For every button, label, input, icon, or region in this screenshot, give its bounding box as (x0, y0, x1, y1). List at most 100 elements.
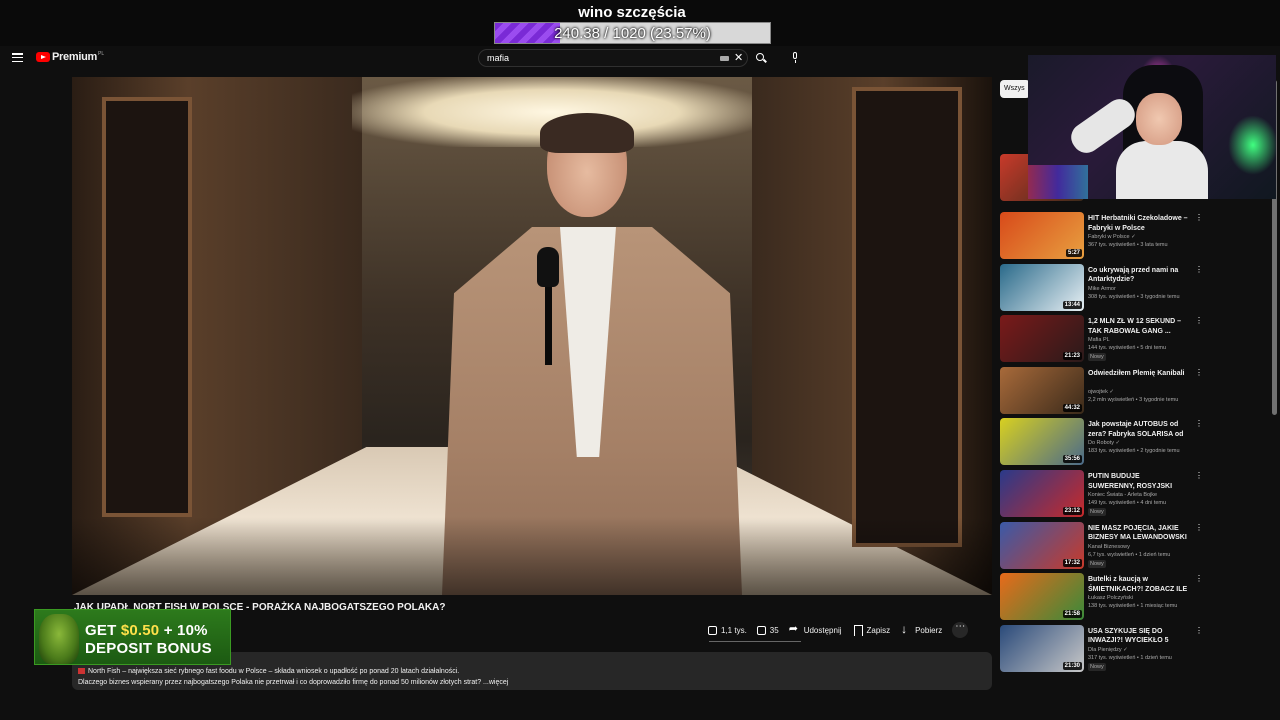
filter-chip-all[interactable]: Wszys (1000, 80, 1030, 98)
channel-name[interactable]: Kanał Biznesowy (1088, 544, 1130, 550)
new-badge: Nowy (1088, 559, 1106, 568)
video-meta: 6,7 tys. wyświetleń • 1 dzień temu (1088, 551, 1171, 558)
share-label: Udostępnij (803, 625, 842, 635)
flag-icon (78, 668, 85, 674)
video-meta: 308 tys. wyświetleń • 3 tygodnie temu (1088, 293, 1180, 300)
channel-name[interactable]: Mike Armor (1088, 286, 1116, 292)
channel-name[interactable]: Do Roboty ✓ (1088, 440, 1120, 446)
recommended-video[interactable]: 21:30 USA SZYKUJE SIĘ DO INWAZJI?! WYCIEK… (1000, 624, 1272, 675)
download-button[interactable]: Pobierz (900, 621, 942, 639)
more-options-icon[interactable]: ⋮ (1195, 472, 1203, 480)
more-actions-button[interactable]: ⋯ (952, 622, 969, 638)
video-duration: 21:58 (1062, 610, 1082, 619)
screen: wino szczęścia 240.38 / 1020 (23.57%) Pr… (0, 0, 1280, 720)
more-options-icon[interactable]: ⋮ (1195, 368, 1203, 377)
more-options-icon[interactable]: ⋮ (1195, 575, 1203, 583)
recommended-video-title[interactable]: HIT Herbatniki Czekoladowe – Fabryki w P… (1088, 214, 1188, 233)
channel-name[interactable]: Dla Pieniędzy ✓ (1088, 647, 1128, 653)
streamer-face (1136, 93, 1182, 145)
recommended-video[interactable]: 23:12 PUTIN BUDUJE SUWERENNY, ROSYJSKI IN… (1000, 470, 1272, 520)
video-thumbnail[interactable]: 21:23 (1000, 315, 1084, 363)
stream-overlay: wino szczęścia 240.38 / 1020 (23.57%) (0, 0, 1280, 46)
more-options-icon[interactable]: ⋮ (1195, 214, 1203, 222)
channel-name[interactable]: ojwojtek ✓ (1088, 389, 1114, 395)
search-button[interactable] (750, 49, 772, 67)
more-options-icon[interactable]: ⋮ (1195, 626, 1203, 635)
recommended-video[interactable]: 21:58 Butelki z kaucją w ŚMIETNIKACH?! ZO… (1000, 573, 1272, 623)
video-meta: 317 tys. wyświetleń • 1 dzień temu (1088, 654, 1172, 661)
microphone-icon (793, 52, 797, 59)
video-thumbnail[interactable]: 17:32 (1000, 521, 1084, 569)
recommended-video-title[interactable]: USA SZYKUJE SIĘ DO INWAZJI?! WYCIEKŁO 5 … (1088, 627, 1188, 646)
recommended-video-title[interactable]: Jak powstaje AUTOBUS od zera? Fabryka SO… (1088, 420, 1188, 439)
description-line-2: Dlaczego biznes wspierany przez najbogat… (78, 679, 509, 686)
logo-text: Premium (52, 51, 97, 63)
video-thumbnail[interactable]: 44:32 (1000, 366, 1084, 414)
recommended-video[interactable]: 5:27 HIT Herbatniki Czekoladowe – Fabryki… (1000, 212, 1272, 262)
thumbs-up-icon (708, 625, 717, 635)
video-duration: 21:23 (1062, 352, 1082, 361)
hamburger-menu-icon[interactable] (12, 53, 23, 63)
channel-name[interactable]: Łukasz Polczyński (1088, 595, 1133, 601)
mascot-image (39, 614, 79, 664)
recommended-video[interactable]: 21:23 1,2 MLN ZŁ W 12 SEKUND – TAK RABOWA… (1000, 315, 1272, 365)
save-button[interactable]: Zapisz (852, 621, 891, 639)
recommended-video[interactable]: 44:32 Odwiedziłem Plemię Kanibali ojwojtek… (1000, 366, 1272, 417)
recommended-video[interactable]: 35:56 Jak powstaje AUTOBUS od zera? Fabry… (1000, 418, 1272, 468)
video-duration: 23:12 (1062, 507, 1082, 515)
new-badge: Nowy (1088, 508, 1106, 516)
overlay-title: wino szczęścia (578, 4, 686, 21)
video-meta: 367 tys. wyświetleń • 3 lata temu (1088, 242, 1168, 248)
microphone-image (537, 247, 559, 287)
voice-search-button[interactable] (786, 49, 804, 67)
keyboard-icon[interactable] (720, 56, 729, 61)
video-duration: 5:27 (1065, 249, 1082, 257)
video-player[interactable] (72, 77, 992, 595)
promo-line-1: GET $0.50 + 10% (85, 622, 208, 639)
more-options-icon[interactable]: ⋮ (1195, 420, 1203, 428)
share-icon (789, 622, 800, 636)
video-thumbnail[interactable]: 35:56 (1000, 418, 1084, 466)
channel-name[interactable]: Fabryki w Polsce ✓ (1088, 234, 1136, 240)
video-thumbnail[interactable]: 21:58 (1000, 573, 1084, 621)
like-button[interactable]: 1,1 tys. (708, 621, 747, 639)
more-options-icon[interactable]: ⋮ (1195, 265, 1203, 274)
bookmark-icon (852, 624, 863, 636)
video-thumbnail[interactable]: 5:27 (1000, 212, 1084, 259)
recommended-video-title[interactable]: Co ukrywają przed nami na Antarktydzie? (1088, 266, 1188, 285)
recommended-video-title[interactable]: Butelki z kaucją w ŚMIETNIKACH?! ZOBACZ … (1088, 575, 1188, 594)
search-box[interactable]: mafia ✕ (478, 49, 748, 67)
video-meta: 149 tys. wyświetleń • 4 dni temu (1088, 500, 1167, 506)
video-meta: 144 tys. wyświetleń • 5 dni temu (1088, 345, 1167, 352)
share-button[interactable]: Udostępnij (789, 621, 842, 639)
youtube-play-icon (36, 52, 50, 62)
promo-line-2: DEPOSIT BONUS (85, 640, 212, 657)
video-thumbnail[interactable]: 13:44 (1000, 263, 1084, 311)
overlay-progress-text: 240.38 / 1020 (23.57%) (554, 25, 711, 42)
video-thumbnail[interactable]: 21:30 (1000, 624, 1084, 672)
channel-name[interactable]: Koniec Świata - Arleta Bojke (1088, 492, 1157, 498)
like-ratio-bar (709, 641, 801, 642)
video-duration: 44:32 (1062, 403, 1082, 412)
video-actions: 1,1 tys. 35 Udostępnij Zapisz Pobierz ⋯ (708, 621, 969, 639)
dislike-button[interactable]: 35 (756, 621, 779, 639)
more-options-icon[interactable]: ⋮ (1195, 317, 1203, 325)
webcam-overlay (1028, 55, 1276, 199)
youtube-logo[interactable]: Premium PL (36, 51, 104, 63)
channel-name[interactable]: Mafia PL (1088, 337, 1110, 343)
recommended-video-title[interactable]: 1,2 MLN ZŁ W 12 SEKUND – TAK RABOWAŁ GAN… (1088, 317, 1188, 336)
video-thumbnail[interactable]: 23:12 (1000, 470, 1084, 517)
recommended-video-title[interactable]: Odwiedziłem Plemię Kanibali (1088, 369, 1188, 379)
more-options-icon[interactable]: ⋮ (1195, 523, 1203, 532)
recommended-video-title[interactable]: PUTIN BUDUJE SUWERENNY, ROSYJSKI INTERNE… (1088, 472, 1188, 491)
clear-search-icon[interactable]: ✕ (734, 51, 743, 64)
download-label: Pobierz (915, 625, 943, 635)
video-meta: 138 tys. wyświetleń • 1 miesiąc temu (1088, 603, 1178, 610)
save-label: Zapisz (866, 625, 891, 635)
video-duration: 21:30 (1062, 661, 1082, 670)
search-input[interactable]: mafia (487, 53, 509, 63)
video-meta: 183 tys. wyświetleń • 2 tygodnie temu (1088, 448, 1180, 455)
recommended-video[interactable]: 13:44 Co ukrywają przed nami na Antarktyd… (1000, 263, 1272, 314)
recommended-video-title[interactable]: NIE MASZ POJĘCIA, JAKIE BIZNESY MA LEWAN… (1088, 524, 1188, 543)
recommended-video[interactable]: 17:32 NIE MASZ POJĘCIA, JAKIE BIZNESY MA … (1000, 521, 1272, 572)
